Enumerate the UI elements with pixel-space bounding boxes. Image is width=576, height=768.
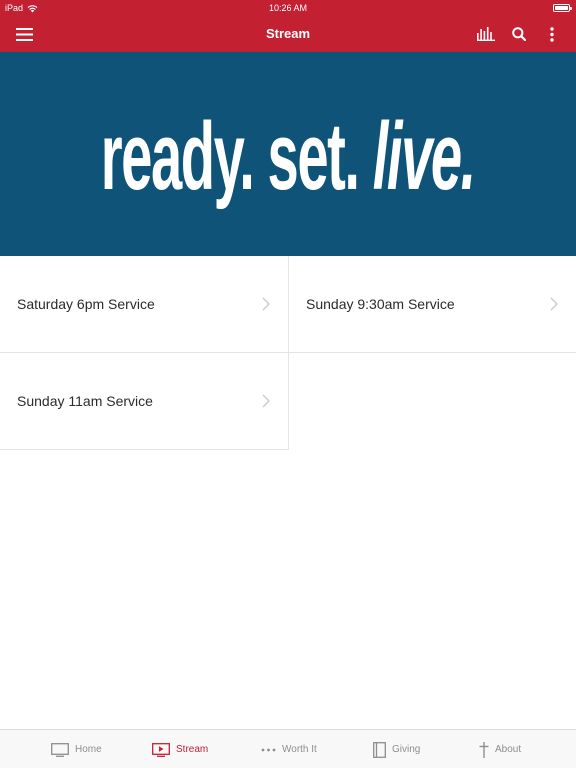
dots-icon xyxy=(261,748,276,751)
tab-stream[interactable]: Stream xyxy=(152,730,208,768)
battery-icon xyxy=(553,4,572,12)
chevron-right-icon xyxy=(550,297,558,311)
service-item[interactable]: Sunday 11am Service xyxy=(0,353,289,450)
hero-text-part2: live. xyxy=(372,101,477,210)
hero-text-part1: ready. set. xyxy=(100,101,360,210)
tab-bar: Home Stream Worth It Giving About xyxy=(0,729,576,768)
hero-text: ready. set. live. xyxy=(100,100,477,211)
service-label: Sunday 9:30am Service xyxy=(306,296,455,312)
stats-icon xyxy=(477,27,495,41)
more-vertical-icon xyxy=(550,26,554,42)
play-screen-icon xyxy=(152,742,170,757)
tab-label: Giving xyxy=(392,744,421,755)
service-label: Saturday 6pm Service xyxy=(17,296,155,312)
tab-giving[interactable]: Giving xyxy=(373,730,420,768)
tv-icon xyxy=(51,742,69,757)
status-bar: iPad 10:26 AM xyxy=(0,0,576,16)
stats-button[interactable] xyxy=(470,16,502,52)
chevron-right-icon xyxy=(262,394,270,408)
tab-label: Worth It xyxy=(282,744,317,755)
tab-about[interactable]: About xyxy=(479,730,521,768)
book-icon xyxy=(373,741,386,758)
tab-home[interactable]: Home xyxy=(51,730,102,768)
nav-bar: Stream xyxy=(0,16,576,52)
search-button[interactable] xyxy=(503,16,535,52)
tab-worth-it[interactable]: Worth It xyxy=(261,730,317,768)
service-label: Sunday 11am Service xyxy=(17,393,153,409)
hero-banner: ready. set. live. xyxy=(0,52,576,256)
cross-icon xyxy=(479,741,489,758)
service-item[interactable]: Saturday 6pm Service xyxy=(0,256,289,353)
tab-label: About xyxy=(495,744,522,755)
more-button[interactable] xyxy=(536,16,568,52)
tab-label: Stream xyxy=(176,744,209,755)
search-icon xyxy=(512,27,526,41)
stream-screen: iPad 10:26 AM Stream ready. set. live. S… xyxy=(0,0,576,768)
tab-label: Home xyxy=(75,744,102,755)
status-time: 10:26 AM xyxy=(268,3,308,13)
chevron-right-icon xyxy=(262,297,270,311)
service-item[interactable]: Sunday 9:30am Service xyxy=(289,256,576,353)
